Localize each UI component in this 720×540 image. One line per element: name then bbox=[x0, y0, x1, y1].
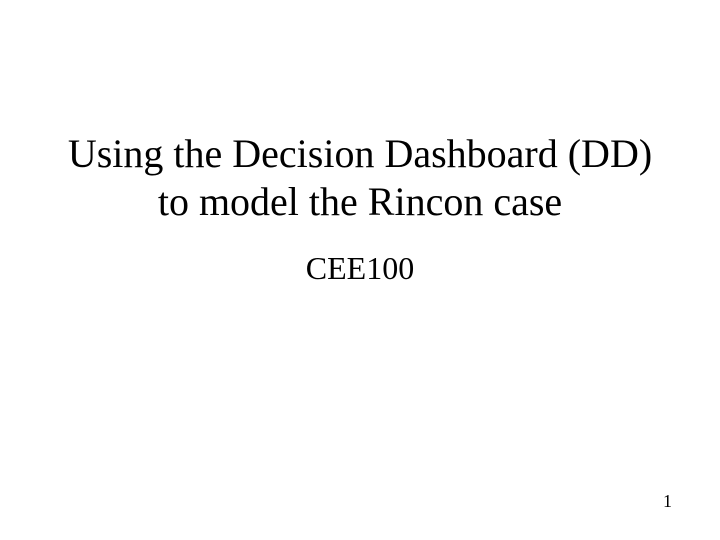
slide-subtitle: CEE100 bbox=[306, 250, 414, 287]
page-number: 1 bbox=[663, 491, 672, 512]
slide-container: Using the Decision Dashboard (DD) to mod… bbox=[0, 0, 720, 540]
slide-title: Using the Decision Dashboard (DD) to mod… bbox=[50, 130, 670, 226]
